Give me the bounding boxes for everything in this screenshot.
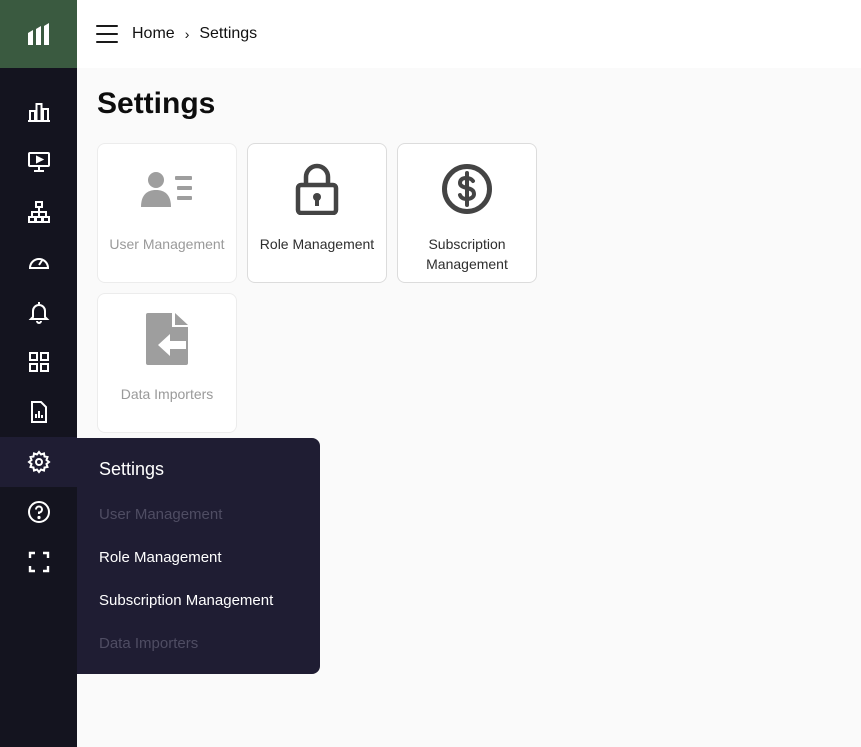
help-circle-icon: [27, 501, 50, 523]
nav-reports[interactable]: [0, 387, 77, 437]
nav-performance[interactable]: [0, 237, 77, 287]
sidebar: [0, 0, 77, 747]
nav-dashboard[interactable]: [0, 87, 77, 137]
card-subscription-management[interactable]: Subscription Management: [397, 143, 537, 283]
nav-hierarchy[interactable]: [0, 187, 77, 237]
nav-settings[interactable]: [0, 437, 77, 487]
card-label: Data Importers: [120, 386, 214, 402]
breadcrumb-current: Settings: [199, 25, 258, 42]
hierarchy-icon: [27, 201, 50, 223]
report-file-icon: [30, 401, 47, 423]
page-title: Settings: [97, 87, 216, 120]
dollar-circle-icon: [442, 164, 492, 214]
card-role-management[interactable]: Role Management: [247, 143, 387, 283]
bell-icon: [28, 302, 49, 324]
card-data-importers: Data Importers: [97, 293, 237, 433]
flyout-item-role-management[interactable]: Role Management: [99, 549, 222, 566]
nav-help[interactable]: [0, 487, 77, 537]
bars-logo-icon: [27, 23, 49, 45]
nav-apps[interactable]: [0, 337, 77, 387]
breadcrumb-separator: ›: [184, 26, 190, 42]
monitor-play-icon: [27, 152, 50, 172]
grid-icon: [28, 352, 49, 372]
bar-chart-icon: [27, 103, 50, 122]
flyout-item-subscription-management[interactable]: Subscription Management: [99, 592, 273, 609]
settings-flyout-menu: Settings User Management Role Management…: [77, 438, 320, 674]
app-logo[interactable]: [0, 0, 77, 68]
nav-alerts[interactable]: [0, 287, 77, 337]
card-label: User Management: [109, 236, 225, 252]
flyout-item-data-importers: Data Importers: [99, 635, 199, 652]
card-label: Subscription Management: [426, 236, 508, 272]
flyout-title: Settings: [99, 459, 165, 479]
flyout-item-user-management: User Management: [99, 506, 223, 523]
breadcrumb: Home › Settings: [132, 25, 257, 43]
breadcrumb-home[interactable]: Home: [132, 25, 175, 43]
hamburger-menu-icon[interactable]: [96, 25, 118, 43]
card-user-management: User Management: [97, 143, 237, 283]
file-import-icon: [146, 313, 188, 365]
fullscreen-icon: [28, 551, 49, 573]
nav-fullscreen[interactable]: [0, 537, 77, 587]
lock-icon: [295, 163, 339, 215]
nav-presentations[interactable]: [0, 137, 77, 187]
card-label: Role Management: [259, 236, 375, 252]
user-list-icon: [141, 172, 192, 207]
gauge-icon: [28, 258, 49, 269]
top-header: Home › Settings: [77, 0, 861, 68]
gear-icon: [26, 450, 51, 474]
